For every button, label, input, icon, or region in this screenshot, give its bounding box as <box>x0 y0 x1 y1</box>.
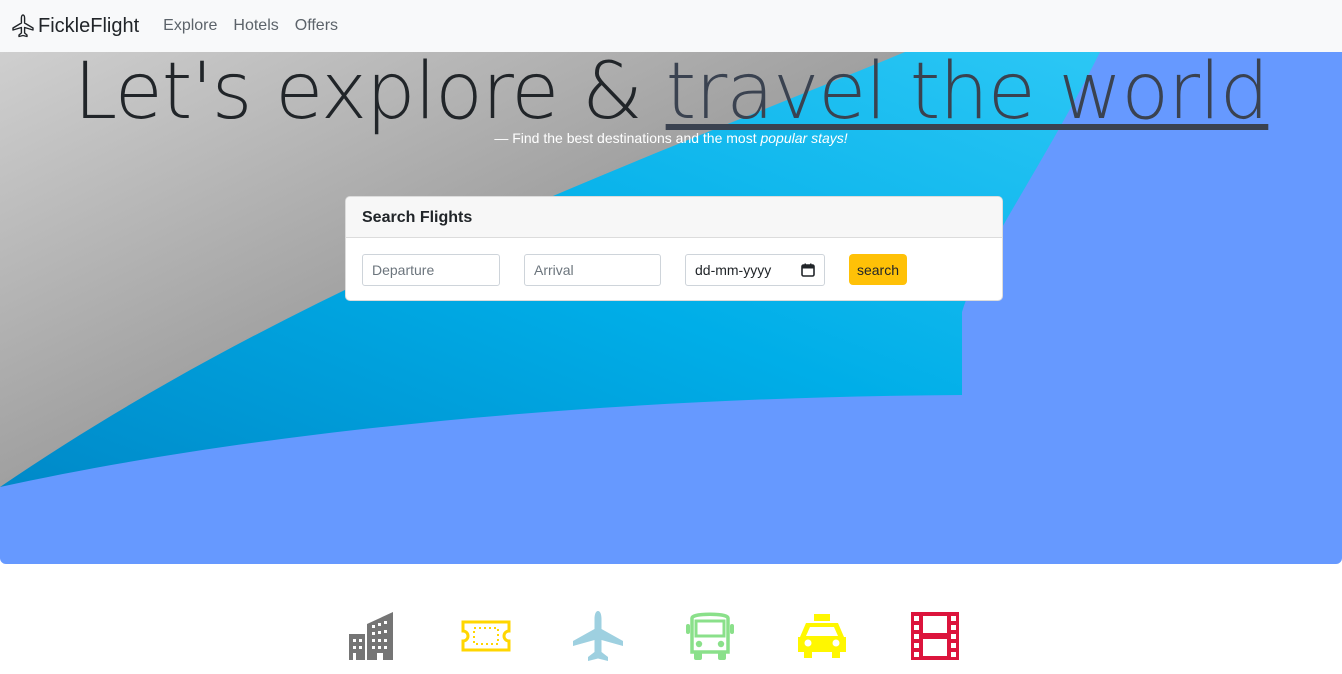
calendar-icon[interactable] <box>801 263 815 277</box>
arrival-input[interactable]: Arrival <box>524 254 661 286</box>
departure-input[interactable]: Departure <box>362 254 500 286</box>
building-icon[interactable] <box>347 610 399 662</box>
nav-link-explore[interactable]: Explore <box>163 17 217 35</box>
category-icons <box>0 610 1342 664</box>
airplane-icon[interactable] <box>572 610 624 662</box>
airplane-logo-icon <box>12 14 34 38</box>
card-title: Search Flights <box>346 197 1002 238</box>
date-input[interactable]: dd-mm-yyyy <box>685 254 825 286</box>
search-button[interactable]: search <box>849 254 907 285</box>
nav-link-hotels[interactable]: Hotels <box>233 17 278 35</box>
search-flights-card: Search Flights Departure Arrival dd-mm-y… <box>345 196 1003 301</box>
taxi-icon[interactable] <box>796 610 848 662</box>
nav-link-offers[interactable]: Offers <box>295 17 338 35</box>
headline-prefix: Let's explore & <box>73 47 666 137</box>
brand-name: FickleFlight <box>38 14 140 37</box>
bus-icon[interactable] <box>684 610 736 662</box>
subtitle-prefix: — Find the best destinations and the mos… <box>494 130 761 146</box>
brand-link[interactable]: FickleFlight <box>10 13 139 39</box>
top-navbar: FickleFlight Explore Hotels Offers <box>0 0 1342 52</box>
hero-subtitle: — Find the best destinations and the mos… <box>0 130 1342 146</box>
headline-highlight: travel the world <box>665 47 1270 137</box>
subtitle-emphasis: popular stays! <box>760 130 848 146</box>
ticket-icon[interactable] <box>460 610 512 662</box>
date-placeholder: dd-mm-yyyy <box>695 262 772 278</box>
search-form: Departure Arrival dd-mm-yyyy search <box>346 238 1002 300</box>
hero-headline: Let's explore & travel the world <box>0 52 1342 132</box>
film-icon[interactable] <box>909 610 961 662</box>
